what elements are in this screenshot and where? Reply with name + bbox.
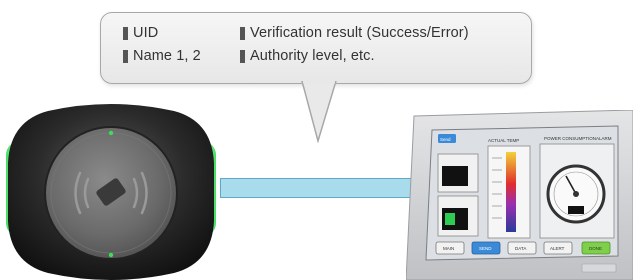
data-callout-bubble: UID Verification result (Success/Error) … [100, 12, 532, 84]
field-label: Authority level, etc. [250, 48, 375, 64]
alarm-label: ALARM [596, 136, 612, 141]
hmi-button-send: SEND [479, 246, 492, 251]
field-label: Name 1, 2 [133, 48, 201, 64]
bullet-marker [123, 49, 128, 63]
hmi-button-alert: ALERT [550, 246, 565, 251]
callout-field-list: UID Verification result (Success/Error) … [123, 25, 533, 64]
field-verification-result: Verification result (Success/Error) [240, 25, 533, 41]
hmi-button-data: DATA [515, 246, 526, 251]
header-label: Send [440, 137, 451, 142]
gauge-title: POWER CONSUMPTION [544, 136, 596, 141]
callout-tail [301, 81, 337, 143]
rfid-reader-device [6, 104, 216, 280]
panel-brand-plate [581, 263, 617, 273]
hmi-button-row: MAIN SEND DATA ALERT DONE [435, 241, 611, 255]
field-authority-level: Authority level, etc. [240, 48, 533, 64]
field-name: Name 1, 2 [123, 48, 240, 64]
connection-cable [220, 178, 416, 198]
bullet-marker [123, 26, 128, 40]
field-label: Verification result (Success/Error) [250, 25, 469, 41]
temperature-bar [506, 152, 516, 232]
hmi-button-main: MAIN [443, 246, 454, 251]
bullet-marker [240, 26, 245, 40]
hmi-button-done: DONE [589, 246, 602, 251]
graph-title: ACTUAL TEMP [488, 138, 519, 143]
hmi-touch-panel: Send ACTUAL TEMP POWER CONSUMPTION ALARM… [406, 110, 633, 280]
bullet-marker [240, 49, 245, 63]
field-uid: UID [123, 25, 240, 41]
field-label: UID [133, 25, 159, 41]
